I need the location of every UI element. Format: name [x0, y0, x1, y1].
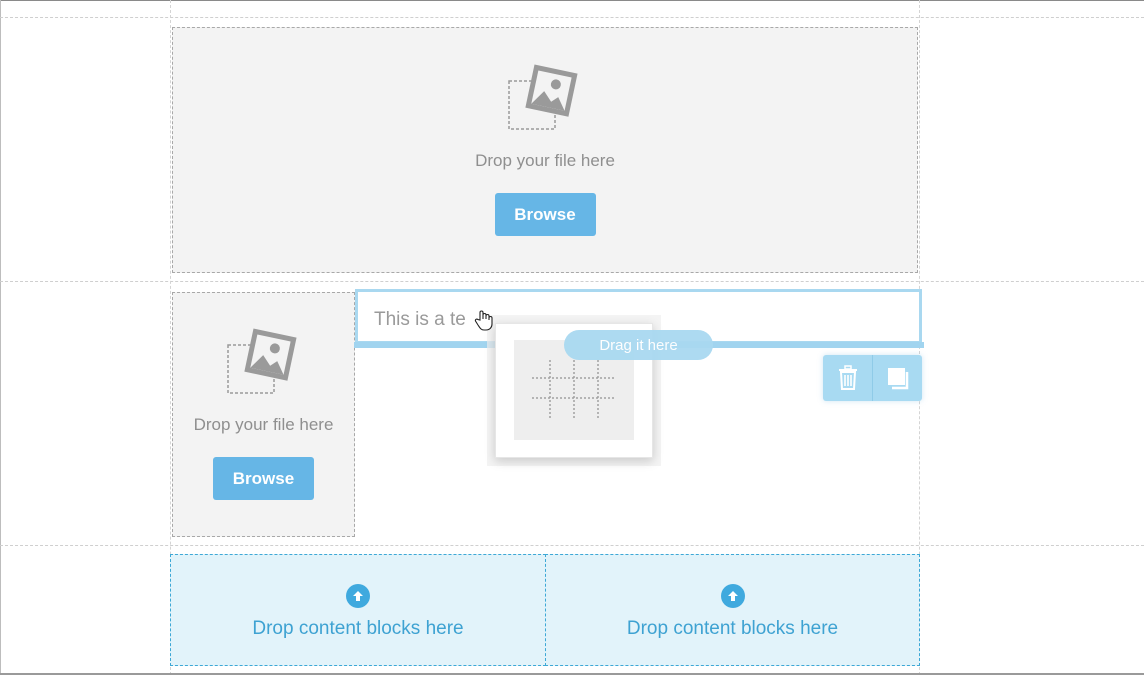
duplicate-icon [887, 368, 908, 390]
browse-button[interactable]: Browse [494, 193, 596, 236]
block-toolbar [823, 355, 922, 401]
image-placeholder-icon [226, 328, 297, 394]
row-guide-line [0, 545, 1144, 546]
dropzone-label: Drop your file here [475, 151, 615, 170]
arrow-up-circle-icon [346, 584, 370, 608]
row-guide-line [0, 17, 1144, 18]
left-image-dropzone[interactable]: Drop your file here Browse [172, 292, 355, 537]
hand-cursor-icon [474, 310, 493, 331]
dropzone-label: Drop content blocks here [252, 618, 464, 639]
browse-button[interactable]: Browse [213, 457, 314, 500]
text-block-content[interactable]: This is a te [374, 309, 466, 331]
row-guide-line [0, 281, 1144, 282]
dropzone-label: Drop your file here [193, 415, 334, 434]
trash-icon [838, 365, 857, 390]
image-placeholder-icon [508, 64, 578, 130]
top-image-dropzone[interactable]: Drop your file here Browse [172, 27, 918, 273]
dropzone-label: Drop content blocks here [626, 618, 839, 639]
duplicate-button[interactable] [873, 355, 922, 401]
window-left-border [0, 0, 1, 675]
delete-button[interactable] [823, 355, 872, 401]
content-dropzone-right[interactable]: Drop content blocks here [545, 554, 920, 666]
arrow-up-circle-icon [720, 584, 745, 608]
content-dropzone-left[interactable]: Drop content blocks here [170, 554, 546, 666]
window-top-border [0, 0, 1144, 1]
drag-here-hint: Drag it here [564, 330, 713, 360]
